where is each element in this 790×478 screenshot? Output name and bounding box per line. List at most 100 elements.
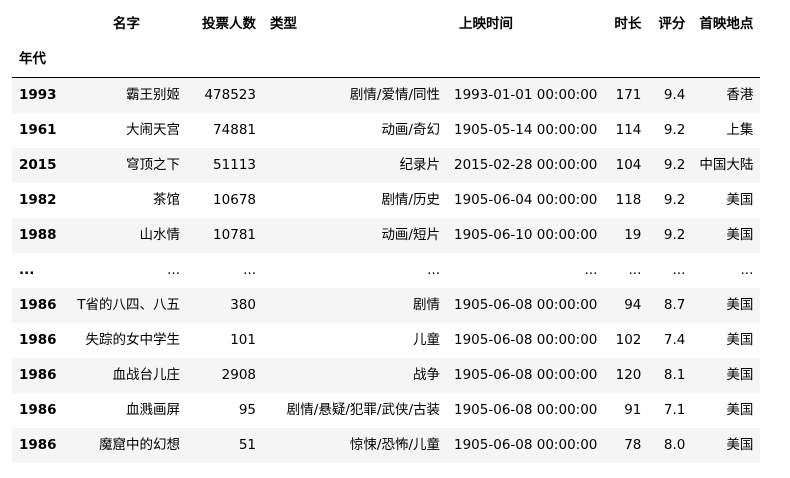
cell-score: 8.0 xyxy=(663,437,686,453)
cell-release: 1905-06-08 00:00:00 xyxy=(454,332,598,348)
row-index-year: 1986 xyxy=(19,437,57,453)
column-header-name: 名字 xyxy=(113,15,140,32)
cell-score: 9.2 xyxy=(663,192,686,208)
column-header-place: 首映地点 xyxy=(699,15,754,32)
cell-name: 茶馆 xyxy=(153,192,180,208)
cell-release: 1905-06-04 00:00:00 xyxy=(454,192,598,208)
cell-type: ... xyxy=(427,262,440,278)
cell-score: 9.2 xyxy=(663,157,686,173)
cell-place: 中国大陆 xyxy=(699,157,754,173)
column-header-type: 类型 xyxy=(270,15,297,32)
cell-place: ... xyxy=(740,262,754,278)
cell-duration: 171 xyxy=(615,87,642,103)
cell-place: 美国 xyxy=(726,402,754,418)
row-index-year: 1961 xyxy=(19,122,57,138)
cell-name: 血战台儿庄 xyxy=(112,367,181,383)
cell-type: 剧情/悬疑/犯罪/武侠/古装 xyxy=(286,402,440,418)
cell-duration: 104 xyxy=(615,157,642,173)
table-row: 1988 山水情 10781 动画/短片 1905-06-10 00:00:00 19 9.… xyxy=(12,218,761,253)
cell-score: 8.1 xyxy=(663,367,686,383)
row-index-year: 1988 xyxy=(19,227,57,243)
cell-release: 2015-02-28 00:00:00 xyxy=(454,157,598,173)
cell-duration: 94 xyxy=(624,297,642,313)
cell-duration: 91 xyxy=(624,402,642,418)
cell-release: 1905-06-08 00:00:00 xyxy=(454,437,598,453)
row-index-year: 1982 xyxy=(19,192,57,208)
cell-place: 美国 xyxy=(726,192,754,208)
cell-votes: 74881 xyxy=(213,122,256,138)
cell-place: 美国 xyxy=(726,297,754,313)
cell-votes: 2908 xyxy=(221,367,256,383)
cell-release: 1905-05-14 00:00:00 xyxy=(454,122,598,138)
table-row: 1961 大闹天宫 74881 动画/奇幻 1905-05-14 00:00:00 114… xyxy=(12,113,760,148)
cell-duration: 19 xyxy=(624,227,642,243)
cell-score: 8.7 xyxy=(663,297,686,313)
table-body: 1993 霸王别姬 478523 剧情/爱情/同性 1993-01-01 00:00:0… xyxy=(12,77,761,463)
cell-release: ... xyxy=(584,262,598,278)
cell-release: 1905-06-08 00:00:00 xyxy=(454,367,598,383)
cell-place: 美国 xyxy=(726,332,754,348)
cell-votes: 10678 xyxy=(213,192,256,208)
cell-place: 上集 xyxy=(726,122,754,138)
cell-type: 儿童 xyxy=(413,332,440,348)
cell-votes: 380 xyxy=(230,297,256,313)
table-row: 1982 茶馆 10678 剧情/历史 1905-06-04 00:00:00 118 9.… xyxy=(12,183,760,218)
cell-place: 香港 xyxy=(726,87,754,103)
cell-score: 7.4 xyxy=(663,332,686,348)
column-header-row: 名字 投票人数 类型 上映时间 时长 评分 首映地点 xyxy=(12,6,760,42)
cell-name: 霸王别姬 xyxy=(126,87,180,103)
row-index-year: ... xyxy=(19,262,35,278)
cell-name: 魔窟中的幻想 xyxy=(99,437,180,453)
row-index-year: 1986 xyxy=(19,332,57,348)
cell-release: 1905-06-08 00:00:00 xyxy=(454,297,598,313)
dataframe-table: 名字 投票人数 类型 上映时间 时长 评分 首映地点 年代 1993 霸王别姬 47… xyxy=(12,6,761,463)
table-row: 1986 血溅画屏 95 剧情/悬疑/犯罪/武侠/古装 1905-06-08 00:00… xyxy=(12,393,760,428)
cell-votes: 101 xyxy=(230,332,256,348)
cell-votes: 51113 xyxy=(213,157,256,173)
table-row: 1986 魔窟中的幻想 51 惊悚/恐怖/儿童 1905-06-08 00:00:00 7… xyxy=(12,428,761,463)
table-row: 2015 穹顶之下 51113 纪录片 2015-02-28 00:00:00 104 9.… xyxy=(12,148,761,183)
cell-duration: 102 xyxy=(615,332,642,348)
column-header-duration: 时长 xyxy=(614,15,642,32)
row-index-year: 1986 xyxy=(19,297,57,313)
cell-type: 动画/奇幻 xyxy=(381,122,440,138)
cell-type: 惊悚/恐怖/儿童 xyxy=(349,437,440,453)
index-name-row: 年代 xyxy=(12,42,761,78)
ellipsis-row: ........................ xyxy=(12,253,760,288)
cell-name: 穹顶之下 xyxy=(126,157,180,173)
cell-votes: 51 xyxy=(238,437,256,453)
index-name: 年代 xyxy=(19,51,46,67)
cell-score: 7.1 xyxy=(663,402,686,418)
cell-type: 剧情/历史 xyxy=(381,192,440,208)
cell-duration: 120 xyxy=(615,367,642,383)
row-index-year: 1993 xyxy=(19,87,57,103)
column-header-score: 评分 xyxy=(658,15,686,32)
cell-votes: 478523 xyxy=(204,87,256,103)
cell-type: 剧情/爱情/同性 xyxy=(349,87,440,103)
table-row: 1986 T省的八四、八五 380 剧情 1905-06-08 00:00:00 94 8.… xyxy=(12,288,761,323)
cell-place: 美国 xyxy=(726,437,754,453)
cell-name: 血溅画屏 xyxy=(126,402,180,418)
cell-type: 剧情 xyxy=(413,297,440,313)
cell-type: 动画/短片 xyxy=(381,227,440,243)
cell-duration: 114 xyxy=(615,122,642,138)
cell-duration: 78 xyxy=(624,437,642,453)
table-row: 1993 霸王别姬 478523 剧情/爱情/同性 1993-01-01 00:00:0… xyxy=(12,77,761,113)
cell-name: 大闹天宫 xyxy=(126,122,180,138)
cell-duration: ... xyxy=(628,262,642,278)
cell-name: 失踪的女中学生 xyxy=(85,332,181,348)
cell-release: 1905-06-08 00:00:00 xyxy=(454,402,598,418)
cell-name: 山水情 xyxy=(139,227,181,243)
cell-duration: 118 xyxy=(615,192,642,208)
cell-name: T省的八四、八五 xyxy=(77,297,180,313)
cell-score: 9.4 xyxy=(663,87,686,103)
cell-release: 1905-06-10 00:00:00 xyxy=(454,227,598,243)
cell-score: 9.2 xyxy=(663,122,686,138)
row-index-year: 1986 xyxy=(19,402,57,418)
index-corner xyxy=(12,6,67,42)
cell-name: ... xyxy=(167,262,180,278)
table-row: 1986 失踪的女中学生 101 儿童 1905-06-08 00:00:00 102 7.… xyxy=(12,323,760,358)
row-index-year: 2015 xyxy=(19,157,57,173)
column-header-votes: 投票人数 xyxy=(202,15,256,32)
cell-votes: ... xyxy=(243,262,256,278)
